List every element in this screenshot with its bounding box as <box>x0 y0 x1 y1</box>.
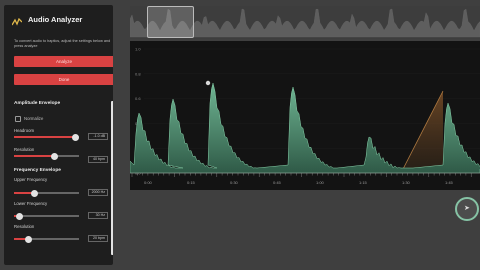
x-tick-label: 1:15 <box>359 180 368 185</box>
envelope-graph-canvas[interactable]: 1.00.80.60.40.20.0 0:000:150:300:451:001… <box>130 41 480 190</box>
amp-resolution-value[interactable]: 40 bpm <box>88 156 108 163</box>
x-tick-label: 1:00 <box>316 180 325 185</box>
description-text: To convert audio to haptics, adjust the … <box>14 39 111 48</box>
x-tick-label: 0:00 <box>144 180 153 185</box>
y-tick-label: 0.6 <box>135 96 141 101</box>
headroom-slider[interactable] <box>14 133 80 141</box>
y-tick-label: 1.0 <box>135 47 141 52</box>
panel-header: Audio Analyzer <box>4 5 113 34</box>
freq-resolution-value[interactable]: 20 bpm <box>88 235 108 242</box>
amp-resolution-slider-thumb[interactable] <box>50 152 58 160</box>
floating-action-button[interactable]: ➤ <box>455 197 479 221</box>
upper-frequency-slider[interactable] <box>14 189 79 197</box>
amp-resolution-slider-fill <box>14 155 55 157</box>
envelope-control-point[interactable] <box>205 80 211 86</box>
headroom-value[interactable]: -1.0 dB <box>88 133 108 140</box>
amplitude-heading: Amplitude Envelope <box>14 101 61 106</box>
done-button[interactable]: Done <box>14 74 113 85</box>
upper-frequency-label: Upper Frequency <box>14 177 48 182</box>
headroom-label: Headroom <box>14 128 35 133</box>
frequency-heading: Frequency Envelope <box>14 168 61 173</box>
freq-resolution-slider[interactable] <box>14 235 79 243</box>
lower-frequency-slider[interactable] <box>14 212 79 220</box>
x-tick-label: 0:15 <box>187 180 196 185</box>
normalize-checkbox[interactable] <box>15 116 21 122</box>
app-title: Audio Analyzer <box>28 15 83 24</box>
normalize-label: Normalize <box>24 116 44 121</box>
y-tick-label: 0.8 <box>135 71 141 76</box>
cursor-icon: ➤ <box>464 205 470 212</box>
freq-resolution-slider-thumb[interactable] <box>24 235 32 243</box>
amp-resolution-label: Resolution <box>14 147 35 152</box>
waveform-logo-icon <box>12 18 22 26</box>
x-tick-label: 0:45 <box>273 180 282 185</box>
headroom-slider-thumb[interactable] <box>72 133 80 141</box>
overview-selection-window[interactable] <box>147 6 194 38</box>
amp-resolution-slider[interactable] <box>14 152 79 160</box>
x-tick-label: 1:30 <box>402 180 411 185</box>
analyze-button[interactable]: Analyze <box>14 56 113 67</box>
lower-frequency-value[interactable]: 30 Hz <box>88 212 108 219</box>
freq-resolution-label: Resolution <box>14 224 35 229</box>
headroom-slider-fill <box>14 136 76 138</box>
x-tick-label: 0:30 <box>230 180 239 185</box>
panel-scrollbar[interactable] <box>111 101 113 255</box>
lower-frequency-label: Lower Frequency <box>14 201 48 206</box>
side-panel: Audio Analyzer To convert audio to hapti… <box>4 5 113 265</box>
upper-frequency-value[interactable]: 2000 Hz <box>88 189 108 196</box>
lower-frequency-slider-thumb[interactable] <box>15 212 23 220</box>
upper-frequency-slider-thumb[interactable] <box>30 189 38 197</box>
x-tick-label: 1:45 <box>445 180 454 185</box>
